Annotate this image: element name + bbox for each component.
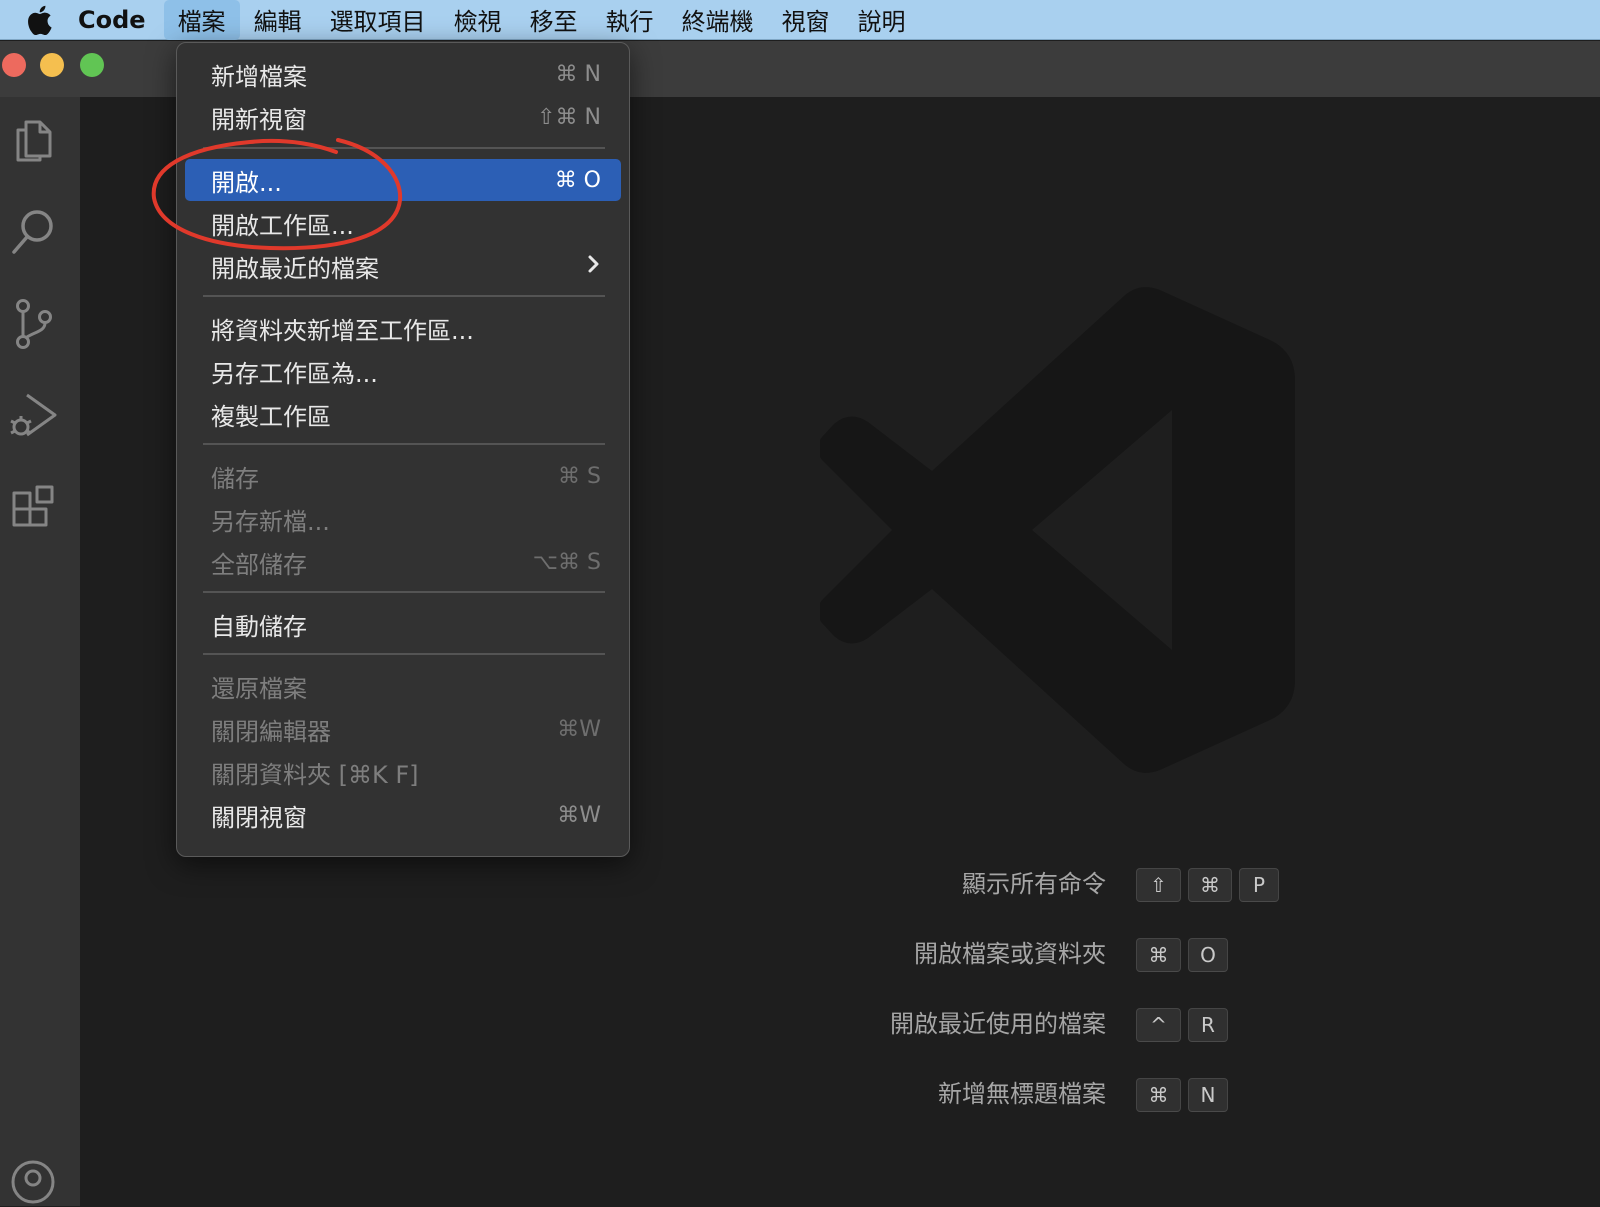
menu-item-open[interactable]: 開啟... ⌘ O (185, 159, 621, 201)
minimize-window-button[interactable] (40, 53, 64, 77)
menu-item-save-workspace-as[interactable]: 另存工作區為... (185, 350, 621, 392)
menubar-item-selection[interactable]: 選取項目 (316, 0, 440, 40)
menu-item-save-as[interactable]: 另存新檔... (185, 498, 621, 540)
menu-item-duplicate-workspace[interactable]: 複製工作區 (185, 393, 621, 435)
hint-open-recent-file: 開啟最近使用的檔案 (890, 1010, 1106, 1038)
menu-item-shortcut: ⌘ N (555, 61, 601, 87)
menu-separator (203, 295, 605, 297)
menu-separator (203, 443, 605, 445)
menu-item-label: 全部儲存 (211, 550, 307, 579)
chevron-right-icon (587, 252, 601, 280)
apple-logo-icon[interactable] (20, 0, 58, 40)
menu-item-label: 另存新檔... (211, 507, 330, 536)
file-menu-dropdown: 新增檔案 ⌘ N 開新視窗 ⇧⌘ N 開啟... ⌘ O 開啟工作區... 開啟… (176, 42, 630, 857)
source-control-icon[interactable] (4, 295, 62, 353)
menubar-item-file[interactable]: 檔案 (163, 0, 240, 40)
menu-item-label: 關閉視窗 (211, 803, 307, 832)
shortcut-key: ⇧ (1136, 868, 1181, 902)
shortcut-key: ⌘ (1136, 938, 1181, 972)
menubar-app-code[interactable]: Code (58, 0, 164, 40)
menubar-item-run[interactable]: 執行 (592, 0, 668, 40)
menu-item-label: 還原檔案 (211, 674, 307, 703)
menu-item-close-editor[interactable]: 關閉編輯器 ⌘W (185, 708, 621, 750)
menu-item-label: 開啟工作區... (211, 211, 354, 240)
menu-item-revert-file[interactable]: 還原檔案 (185, 665, 621, 707)
menubar-item-go[interactable]: 移至 (516, 0, 592, 40)
menu-item-auto-save[interactable]: 自動儲存 (185, 603, 621, 645)
zoom-window-button[interactable] (80, 53, 104, 77)
menu-item-label: 將資料夾新增至工作區... (211, 316, 474, 345)
menu-item-shortcut: ⌘W (557, 716, 601, 742)
files-icon[interactable] (4, 111, 62, 169)
menu-item-label: 開啟... (211, 168, 282, 197)
menu-item-label: 開啟最近的檔案 (211, 254, 379, 283)
menubar-item-help[interactable]: 說明 (844, 0, 920, 40)
menu-item-new-file[interactable]: 新增檔案 ⌘ N (185, 53, 621, 95)
menu-item-label: 新增檔案 (211, 62, 307, 91)
shortcut-key: ⌘ (1188, 868, 1232, 902)
menu-item-label: 另存工作區為... (211, 359, 378, 388)
menu-item-label: 複製工作區 (211, 402, 331, 431)
menu-bar: Code 檔案 編輯 選取項目 檢視 移至 執行 終端機 視窗 說明 (0, 0, 1600, 40)
shortcut-key: O (1188, 938, 1228, 972)
activity-bar (0, 97, 80, 1206)
close-window-button[interactable] (2, 53, 26, 77)
menu-item-label: 儲存 (211, 464, 259, 493)
menu-item-save-all[interactable]: 全部儲存 ⌥⌘ S (185, 541, 621, 583)
menu-item-label: 自動儲存 (211, 612, 307, 641)
vscode-logo-watermark-icon (817, 280, 1320, 784)
menubar-item-edit[interactable]: 編輯 (240, 0, 316, 40)
menu-item-shortcut: ⌘ S (558, 463, 601, 489)
hint-new-untitled-file: 新增無標題檔案 (938, 1080, 1106, 1108)
menu-item-close-folder[interactable]: 關閉資料夾 [⌘K F] (185, 751, 621, 793)
menu-item-shortcut: ⌥⌘ S (532, 549, 601, 575)
shortcut-key: R (1188, 1008, 1228, 1042)
menu-separator (203, 147, 605, 149)
menu-item-shortcut: ⇧⌘ N (537, 104, 601, 130)
shortcut-key: N (1188, 1078, 1228, 1112)
menu-item-label: 關閉資料夾 [⌘K F] (211, 760, 419, 789)
hint-show-all-commands: 顯示所有命令 (962, 870, 1106, 898)
menu-item-new-window[interactable]: 開新視窗 ⇧⌘ N (185, 96, 621, 138)
menu-item-add-folder-to-workspace[interactable]: 將資料夾新增至工作區... (185, 307, 621, 349)
search-icon[interactable] (4, 203, 62, 261)
menu-item-save[interactable]: 儲存 ⌘ S (185, 455, 621, 497)
menu-item-shortcut: ⌘ O (554, 167, 601, 193)
menu-item-label: 開新視窗 (211, 105, 307, 134)
hint-open-file-or-folder: 開啟檔案或資料夾 (914, 940, 1106, 968)
shortcut-key: ^ (1136, 1008, 1181, 1042)
menu-item-label: 關閉編輯器 (211, 717, 331, 746)
menubar-item-view[interactable]: 檢視 (440, 0, 516, 40)
menu-item-open-workspace[interactable]: 開啟工作區... (185, 202, 621, 244)
shortcut-key: ⌘ (1136, 1078, 1181, 1112)
menubar-item-window[interactable]: 視窗 (768, 0, 844, 40)
shortcut-key: P (1239, 868, 1279, 902)
menu-separator (203, 653, 605, 655)
extensions-icon[interactable] (4, 479, 62, 537)
menubar-item-terminal[interactable]: 終端機 (668, 0, 768, 40)
account-icon[interactable] (4, 1149, 62, 1207)
menu-separator (203, 591, 605, 593)
menu-item-shortcut: ⌘W (557, 802, 601, 828)
menu-item-close-window[interactable]: 關閉視窗 ⌘W (185, 794, 621, 836)
run-debug-icon[interactable] (4, 387, 62, 445)
menu-item-open-recent[interactable]: 開啟最近的檔案 (185, 245, 621, 287)
